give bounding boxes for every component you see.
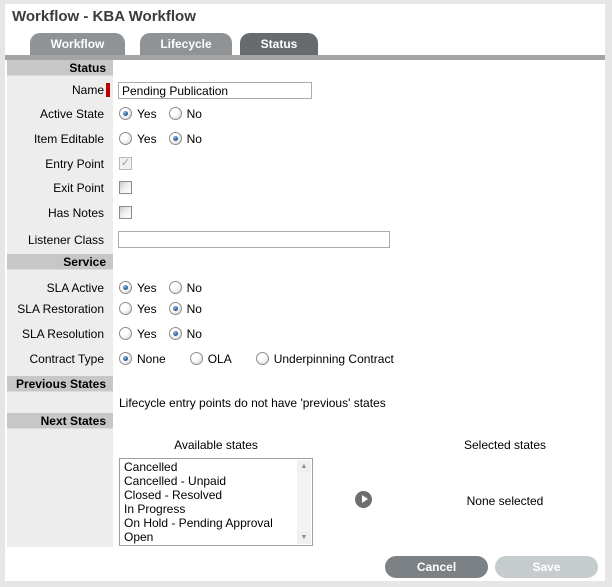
right-arrow-icon xyxy=(362,495,368,503)
previous-states-message: Lifecycle entry points do not have 'prev… xyxy=(119,396,386,410)
contract-type-option-none[interactable]: None xyxy=(119,352,166,366)
active-state-option-no[interactable]: No xyxy=(168,107,202,121)
listbox-scrollbar[interactable]: ▲ ▼ xyxy=(297,460,311,544)
contract-type-option-underpinning[interactable]: Underpinning Contract xyxy=(255,352,394,366)
section-header-service: Service xyxy=(7,254,113,270)
scroll-up-icon[interactable]: ▲ xyxy=(297,460,311,473)
radio-icon[interactable] xyxy=(119,302,132,315)
sla-resolution-option-no[interactable]: No xyxy=(168,327,202,341)
radio-icon[interactable] xyxy=(189,352,203,365)
radio-icon[interactable] xyxy=(119,281,132,294)
required-indicator xyxy=(106,83,110,97)
active-state-label: Active State xyxy=(39,107,104,121)
sla-resolution-radio-group: Yes No xyxy=(119,326,214,341)
radio-icon[interactable] xyxy=(119,132,132,145)
save-button[interactable]: Save xyxy=(495,556,598,578)
item-editable-label: Item Editable xyxy=(33,132,104,146)
list-item[interactable]: Open xyxy=(120,530,296,544)
radio-icon[interactable] xyxy=(168,327,182,340)
entry-point-label: Entry Point xyxy=(45,157,104,171)
listener-class-label: Listener Class xyxy=(27,233,104,247)
name-label: Name xyxy=(71,83,104,97)
name-input[interactable] xyxy=(118,82,312,99)
radio-icon[interactable] xyxy=(168,132,182,145)
has-notes-checkbox[interactable] xyxy=(119,206,132,219)
available-states-heading: Available states xyxy=(174,438,258,452)
radio-icon[interactable] xyxy=(168,302,182,315)
sla-restoration-option-yes[interactable]: Yes xyxy=(119,302,157,316)
list-item[interactable]: Cancelled - Unpaid xyxy=(120,474,296,488)
sla-resolution-option-yes[interactable]: Yes xyxy=(119,327,157,341)
contract-type-radio-group: None OLA Underpinning Contract xyxy=(119,351,418,366)
contract-type-label: Contract Type xyxy=(29,352,104,366)
list-item[interactable]: In Progress xyxy=(120,502,296,516)
radio-icon[interactable] xyxy=(119,352,132,365)
tab-workflow[interactable]: Workflow xyxy=(30,33,125,55)
sla-restoration-label: SLA Restoration xyxy=(17,302,104,316)
workflow-config-window: Workflow - KBA Workflow Workflow Lifecyc… xyxy=(0,0,612,587)
sla-active-radio-group: Yes No xyxy=(119,280,214,295)
list-item[interactable]: On Hold - Pending Approval xyxy=(120,516,296,530)
sla-restoration-radio-group: Yes No xyxy=(119,301,214,316)
section-header-status: Status xyxy=(7,60,113,76)
sla-active-label: SLA Active xyxy=(46,281,104,295)
radio-icon[interactable] xyxy=(119,107,132,120)
sla-resolution-label: SLA Resolution xyxy=(21,327,104,341)
exit-point-checkbox[interactable] xyxy=(119,181,132,194)
list-item[interactable]: Cancelled xyxy=(120,460,296,474)
section-header-next-states: Next States xyxy=(7,413,113,429)
active-state-option-yes[interactable]: Yes xyxy=(119,107,157,121)
section-header-previous-states: Previous States xyxy=(7,376,113,392)
contract-type-option-ola[interactable]: OLA xyxy=(189,352,232,366)
radio-icon[interactable] xyxy=(255,352,269,365)
selected-states-empty-text: None selected xyxy=(466,494,544,508)
radio-icon[interactable] xyxy=(168,107,182,120)
active-state-radio-group: Yes No xyxy=(119,106,214,121)
cancel-button[interactable]: Cancel xyxy=(385,556,488,578)
radio-icon[interactable] xyxy=(119,327,132,340)
sla-restoration-option-no[interactable]: No xyxy=(168,302,202,316)
selected-states-heading: Selected states xyxy=(463,438,547,452)
item-editable-radio-group: Yes No xyxy=(119,131,214,146)
page-title: Workflow - KBA Workflow xyxy=(12,8,196,25)
item-editable-option-yes[interactable]: Yes xyxy=(119,132,157,146)
move-right-button[interactable] xyxy=(355,491,372,508)
scroll-down-icon[interactable]: ▼ xyxy=(297,531,311,544)
tab-lifecycle[interactable]: Lifecycle xyxy=(140,33,232,55)
sla-active-option-no[interactable]: No xyxy=(168,281,202,295)
list-item[interactable]: Closed - Resolved xyxy=(120,488,296,502)
entry-point-checkbox[interactable] xyxy=(119,157,132,170)
radio-icon[interactable] xyxy=(168,281,182,294)
available-states-listbox[interactable]: Cancelled Cancelled - Unpaid Closed - Reso… xyxy=(119,458,313,546)
listener-class-input[interactable] xyxy=(118,231,390,248)
listbox-items: Cancelled Cancelled - Unpaid Closed - Reso… xyxy=(120,460,296,544)
item-editable-option-no[interactable]: No xyxy=(168,132,202,146)
tab-status[interactable]: Status xyxy=(240,33,318,55)
exit-point-label: Exit Point xyxy=(53,181,104,195)
sla-active-option-yes[interactable]: Yes xyxy=(119,281,157,295)
has-notes-label: Has Notes xyxy=(47,206,104,220)
